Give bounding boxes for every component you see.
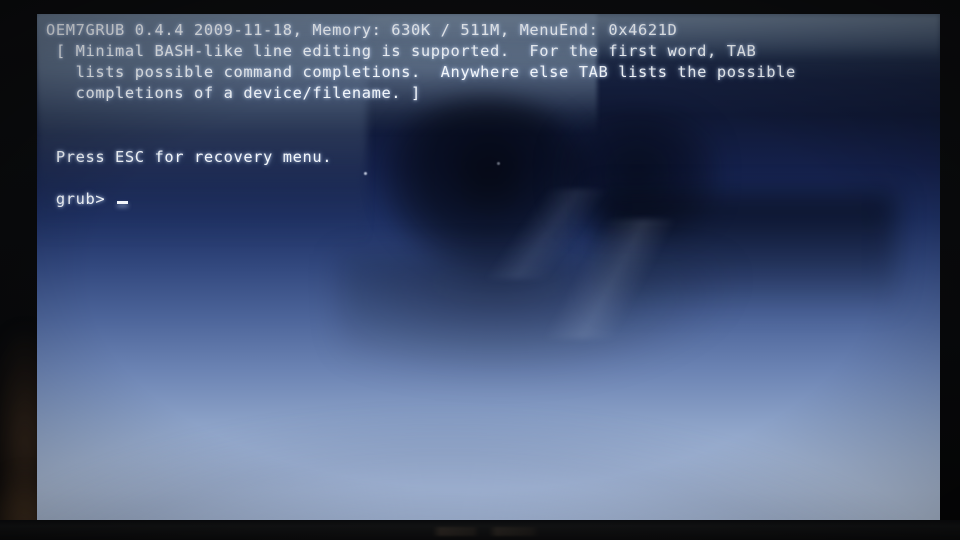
laptop-screen-photo: OEM7GRUB 0.4.4 2009-11-18, Memory: 630K … bbox=[0, 0, 960, 540]
grub-version-line: OEM7GRUB 0.4.4 2009-11-18, Memory: 630K … bbox=[46, 21, 678, 39]
grub-prompt-label: grub> bbox=[46, 190, 116, 208]
grub-prompt-line[interactable]: grub> bbox=[46, 189, 129, 210]
text-cursor bbox=[117, 201, 129, 204]
grub-recovery-hint: Press ESC for recovery menu. bbox=[46, 148, 333, 166]
bezel-brand-logo bbox=[432, 527, 540, 536]
grub-help-line-1: [ Minimal BASH-like line editing is supp… bbox=[46, 42, 757, 60]
lcd-screen: OEM7GRUB 0.4.4 2009-11-18, Memory: 630K … bbox=[37, 14, 940, 522]
grub-help-line-2: lists possible command completions. Anyw… bbox=[46, 63, 796, 81]
grub-help-line-3: completions of a device/filename. ] bbox=[46, 84, 421, 102]
grub-console[interactable]: OEM7GRUB 0.4.4 2009-11-18, Memory: 630K … bbox=[37, 14, 940, 522]
